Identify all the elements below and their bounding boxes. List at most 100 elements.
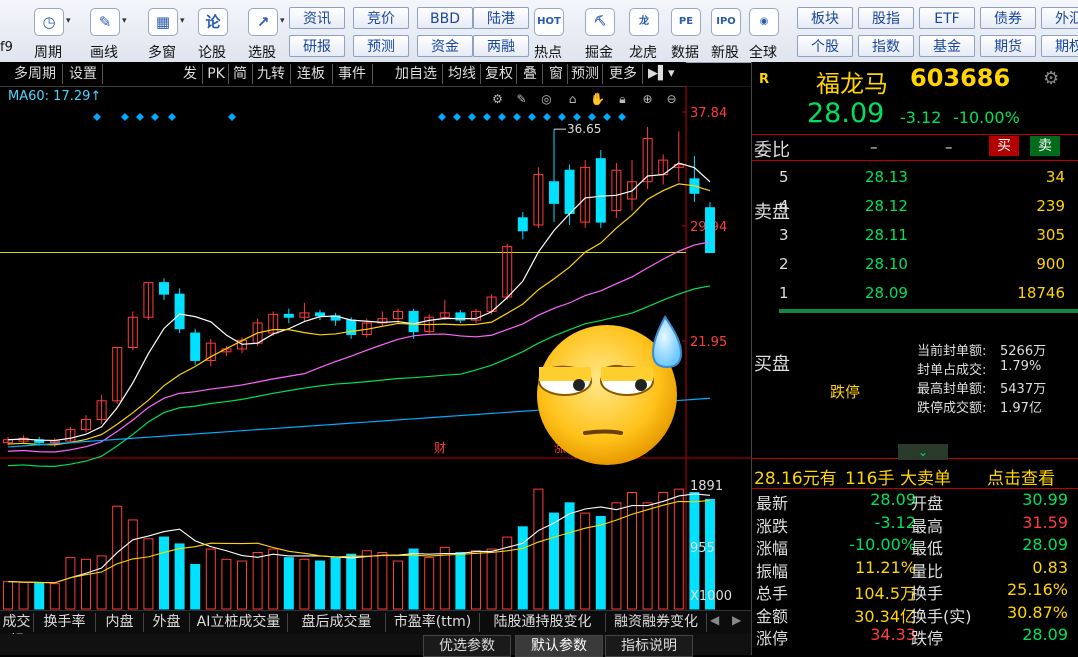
toolbar-btn-label: 热点 (534, 45, 562, 61)
dropdown-arrow-icon[interactable]: ▾ (180, 16, 185, 26)
indicator-tab[interactable]: 换手率 (34, 613, 96, 632)
toolbar-btn-label: 周期 (34, 45, 62, 61)
draw-pen-icon[interactable]: ✎ (514, 92, 529, 107)
indicator-tab[interactable]: 融资融券变化 (606, 613, 707, 632)
toolbar-grid-btn[interactable]: 基金 (919, 35, 975, 57)
toolbar-grid-btn[interactable]: BBD (417, 7, 473, 29)
ask-level: 4 (779, 197, 789, 215)
ask-row[interactable]: 5 28.13 34 (779, 168, 1069, 192)
toolbar-grid-btn[interactable]: ETF (919, 7, 975, 29)
toolbar-grid-btn[interactable]: 预测 (353, 35, 409, 57)
chart-tab[interactable]: 事件 (332, 64, 373, 84)
toolbar-btn-period[interactable]: ◷ 周期 ▾ (22, 2, 74, 61)
toolbar-btn-gold-digging[interactable]: ⛏ 掘金 (576, 2, 622, 61)
event-diamond-icon (121, 113, 129, 121)
data-icon: PE (671, 8, 701, 36)
ask-volume: 18746 (1017, 284, 1065, 302)
indicator-tab[interactable]: 成交额 (0, 613, 34, 649)
chart-tab[interactable]: 简 (228, 64, 253, 84)
toolbar-grid-btn[interactable]: 竞价 (353, 7, 409, 29)
toolbar-grid-btn[interactable]: 股指 (858, 7, 914, 29)
tab-scroll-left-icon[interactable]: ◀ (710, 613, 719, 627)
toolbar-grid-btn[interactable]: 个股 (797, 35, 853, 57)
volume-bar (673, 488, 684, 610)
indicator-tab[interactable]: 市盈率(ttm) (386, 613, 480, 632)
volume-bar (34, 582, 45, 610)
candle-body (517, 217, 528, 232)
zoom-out-icon[interactable]: ⊖ (664, 92, 679, 107)
indicator-tab[interactable]: AI立桩成交量 (190, 613, 288, 632)
eye-icon[interactable]: ◎ (539, 92, 554, 107)
toolbar-grid-btn[interactable]: 板块 (797, 7, 853, 29)
chart-tab[interactable]: PK (204, 64, 229, 84)
toolbar-grid-btn[interactable]: 资金 (417, 35, 473, 57)
buy-button[interactable]: 买 (989, 136, 1019, 156)
toolbar-grid-btn[interactable]: 研报 (289, 35, 345, 57)
ask-row[interactable]: 4 28.12 239 (779, 197, 1069, 221)
toolbar-grid-btn[interactable]: 期权 (1041, 35, 1078, 57)
big-order-view-link[interactable]: 点击查看 (987, 464, 1055, 489)
sweat-face-emoji-sticker (537, 315, 683, 465)
param-tab[interactable]: 指标说明 (605, 635, 693, 657)
toolbar-grid-btn[interactable]: 外汇 (1041, 7, 1078, 29)
quote-key: 量比 (911, 561, 944, 581)
toolbar-grid-btn[interactable]: 资讯 (289, 7, 345, 29)
lock-box-icon[interactable]: ⌂ (565, 92, 580, 107)
chart-tab[interactable]: 九转 (252, 64, 291, 84)
pencil-icon: ✎ (90, 8, 120, 36)
dropdown-arrow-icon[interactable]: ▾ (122, 16, 127, 26)
settings-gear-icon[interactable]: ⚙ (490, 92, 505, 107)
volume-bar (205, 548, 216, 610)
param-tab[interactable]: 默认参数 (515, 635, 603, 657)
chart-tab[interactable]: 连板 (290, 64, 333, 84)
sell-button[interactable]: 卖 (1030, 136, 1060, 156)
dropdown-arrow-icon[interactable]: ▾ (66, 16, 71, 26)
toolbar-btn-pencil[interactable]: ✎ 画线 ▾ (78, 2, 130, 61)
chart-tab[interactable]: 均线 (444, 64, 481, 84)
multi-window-icon: ▦ (148, 8, 178, 36)
toolbar-btn-discuss[interactable]: 论论股 (186, 2, 238, 61)
volume-bar (143, 538, 154, 610)
indicator-tab[interactable]: 外盘 (144, 613, 190, 632)
chart-tab[interactable]: 复权 (482, 64, 517, 84)
toolbar-btn-stock-picker[interactable]: ↗ 选股 ▾ (236, 2, 288, 61)
hand-icon[interactable]: ✋ (590, 92, 605, 107)
event-diamond-icon (618, 113, 626, 121)
ask-row[interactable]: 2 28.10 900 (779, 255, 1069, 279)
toolbar-grid-btn[interactable]: 期货 (980, 35, 1036, 57)
lock-icon[interactable]: 🔒︎ (615, 92, 630, 107)
tab-scroll-right-icon[interactable]: ▶ (732, 613, 741, 627)
chart-tab[interactable]: 加自选 (390, 64, 443, 84)
expand-chevron-icon[interactable]: ⌄ (898, 444, 948, 460)
chart-tab[interactable]: 叠 (518, 64, 543, 84)
toolbar-grid-btn[interactable]: 两融 (473, 35, 529, 57)
quote-key: 开盘 (911, 494, 944, 513)
toolbar-grid-btn[interactable]: 指数 (858, 35, 914, 57)
indicator-tab[interactable]: 盘后成交量 (288, 613, 386, 632)
chart-tab[interactable]: 更多 (604, 64, 643, 84)
dropdown-arrow-icon[interactable]: ▾ (280, 16, 285, 26)
toolbar-btn-dragon-tiger[interactable]: 龙龙虎 (620, 2, 666, 61)
param-tab[interactable]: 优选参数 (423, 635, 511, 657)
indicator-tab[interactable]: 陆股通持股变化 (480, 613, 606, 632)
indicator-tab[interactable]: 内盘 (96, 613, 144, 632)
toolbar-btn-multi-window[interactable]: ▦ 多窗 ▾ (136, 2, 188, 61)
volume-bar (252, 551, 263, 610)
toolbar-btn-globe[interactable]: ◉ 全球 (740, 2, 786, 61)
toolbar-btn-hot[interactable]: HOT 热点 (525, 2, 571, 61)
chart-tab[interactable]: 预测 (568, 64, 603, 84)
event-diamond-icon (453, 113, 461, 121)
chart-tab[interactable]: 发 (178, 64, 203, 84)
zoom-in-icon[interactable]: ⊕ (640, 92, 655, 107)
ask-row[interactable]: 1 28.09 18746 (779, 284, 1069, 308)
chart-tab[interactable]: 窗 (545, 64, 568, 84)
chart-tab[interactable]: 设置 (64, 64, 103, 84)
toolbar-grid-btn[interactable]: 债券 (980, 7, 1036, 29)
toolbar-grid-btn[interactable]: 陆港 (473, 7, 529, 29)
ask-row[interactable]: 3 28.11 305 (779, 226, 1069, 250)
panel-settings-gear-icon[interactable]: ⚙ (1043, 68, 1059, 89)
tab-dropdown-icon[interactable]: ▶▌▾ (648, 66, 675, 81)
quote-row: 最新 28.09 开盘 30.99 (756, 490, 1076, 513)
volume-bar (18, 581, 29, 610)
chart-tab[interactable]: 多周期 (8, 64, 63, 84)
